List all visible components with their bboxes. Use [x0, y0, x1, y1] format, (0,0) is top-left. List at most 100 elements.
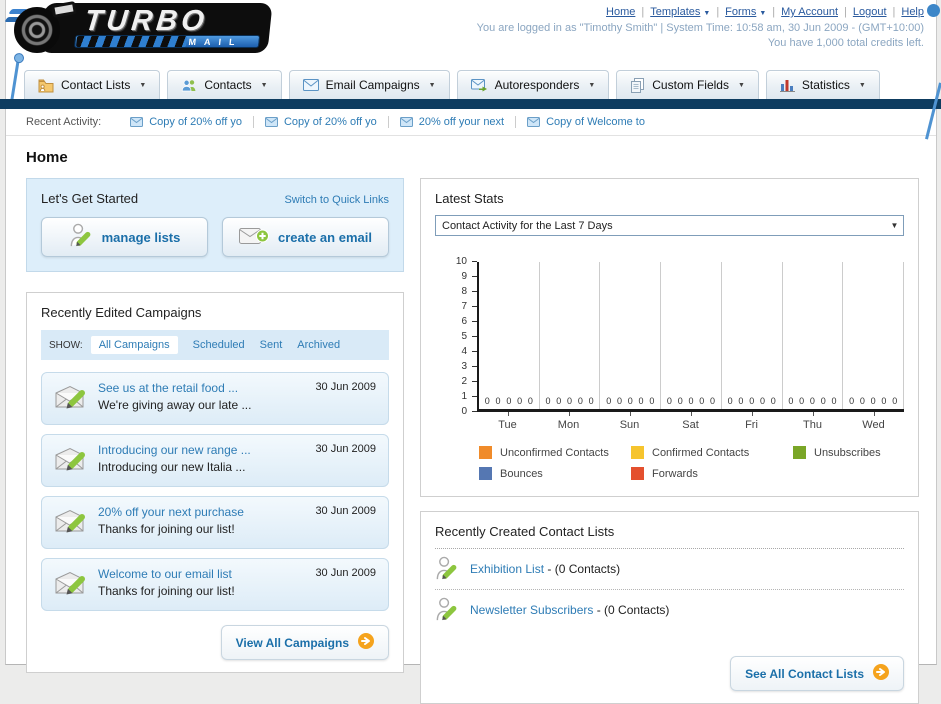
recent-campaigns-panel: Recently Edited Campaigns SHOW: All Camp…	[26, 292, 404, 673]
campaign-title-link[interactable]: See us at the retail food ...	[98, 381, 251, 395]
campaign-row[interactable]: See us at the retail food ... We're givin…	[41, 372, 389, 425]
app-logo[interactable]: TURBO EMAIL	[4, 1, 273, 59]
campaign-row[interactable]: Welcome to our email list Thanks for join…	[41, 558, 389, 611]
nav-tab-contacts[interactable]: Contacts ▼	[167, 70, 282, 99]
campaign-filter-sent[interactable]: Sent	[260, 339, 283, 351]
chart-day-group: 00000	[600, 262, 662, 409]
y-tick-label: 4	[461, 346, 467, 357]
chevron-down-icon: ▼	[703, 10, 711, 17]
data-value-label: 0	[545, 396, 551, 406]
switch-to-quick-links-link[interactable]: Switch to Quick Links	[284, 194, 389, 206]
envelope-pencil-icon	[54, 446, 88, 478]
campaign-title-link[interactable]: Introducing our new range ...	[98, 443, 251, 457]
nav-tab-contact-lists[interactable]: Contact Lists ▼	[24, 70, 161, 99]
nav-tab-email-campaigns[interactable]: Email Campaigns ▼	[288, 70, 450, 99]
credits-line: You have 1,000 total credits left.	[767, 37, 924, 50]
chart-day-group: 00000	[540, 262, 601, 409]
campaign-title-link[interactable]: Welcome to our email list	[98, 567, 235, 581]
help-bubble-icon[interactable]	[927, 4, 940, 17]
data-value-label: 0	[567, 396, 573, 406]
contact-list-row[interactable]: Exhibition List - (0 Contacts)	[435, 549, 904, 590]
envelope-pencil-icon	[54, 384, 88, 416]
recent-campaigns-title: Recently Edited Campaigns	[41, 305, 202, 320]
contacts-icon	[181, 78, 197, 93]
nav-tab-autoresponders[interactable]: Autoresponders ▼	[456, 70, 610, 99]
stats-period-dropdown[interactable]: Contact Activity for the Last 7 Days ▼	[435, 215, 904, 236]
campaign-filter-scheduled[interactable]: Scheduled	[193, 339, 245, 351]
chart-day-group: 00000	[783, 262, 844, 409]
campaign-filter-all-campaigns[interactable]: All Campaigns	[90, 336, 178, 354]
legend-item: Confirmed Contacts	[631, 446, 793, 459]
header-link-my-account[interactable]: My Account	[781, 6, 838, 18]
see-all-contact-lists-button[interactable]: See All Contact Lists	[730, 656, 904, 691]
data-value-label: 0	[484, 396, 490, 406]
campaign-subtitle: Thanks for joining our list!	[98, 584, 235, 598]
manage-lists-icon	[69, 223, 93, 252]
data-value-label: 0	[859, 396, 865, 406]
data-value-label: 0	[627, 396, 633, 406]
nav-tab-custom-fields[interactable]: Custom Fields ▼	[616, 70, 759, 99]
campaign-subtitle: Introducing our new Italia ...	[98, 460, 246, 474]
recent-activity-item[interactable]: Copy of 20% off yo	[119, 116, 254, 128]
contact-list-count: - (0 Contacts)	[547, 562, 621, 576]
nav-tab-label: Custom Fields	[652, 78, 729, 92]
campaign-date: 30 Jun 2009	[315, 381, 376, 393]
manage-lists-button[interactable]: manage lists	[41, 217, 208, 257]
email-campaigns-icon	[302, 79, 319, 91]
legend-item: Bounces	[479, 467, 631, 480]
y-tick-label: 3	[461, 361, 467, 372]
campaign-row[interactable]: 20% off your next purchase Thanks for joi…	[41, 496, 389, 549]
chevron-down-icon: ▼	[428, 81, 436, 89]
link-separator: |	[892, 6, 896, 18]
recent-activity-item[interactable]: Copy of 20% off yo	[254, 116, 389, 128]
contact-list-row[interactable]: Newsletter Subscribers - (0 Contacts)	[435, 590, 904, 630]
data-value-label: 0	[677, 396, 683, 406]
link-separator: |	[716, 6, 720, 18]
legend-swatch	[631, 467, 644, 480]
contact-list-link[interactable]: Exhibition List	[470, 562, 544, 576]
campaign-filter-archived[interactable]: Archived	[297, 339, 340, 351]
header-link-home[interactable]: Home	[606, 6, 635, 18]
chevron-down-icon: ▼	[260, 81, 268, 89]
logo-stripes-decoration	[76, 36, 188, 47]
statistics-icon	[779, 78, 795, 92]
data-value-label: 0	[517, 396, 523, 406]
header-link-logout[interactable]: Logout	[853, 6, 887, 18]
header-link-templates[interactable]: Templates	[650, 6, 700, 18]
campaign-row[interactable]: Introducing our new range ... Introducing…	[41, 434, 389, 487]
recent-activity-item[interactable]: 20% off your next	[389, 116, 517, 128]
latest-stats-title: Latest Stats	[435, 191, 504, 206]
envelope-small-icon	[399, 117, 413, 127]
x-tick-label: Fri	[721, 412, 782, 431]
x-tick-label: Wed	[843, 412, 904, 431]
data-value-label: 0	[831, 396, 837, 406]
recent-activity-item[interactable]: Copy of Welcome to	[516, 116, 656, 128]
legend-label: Bounces	[500, 467, 543, 480]
legend-label: Unsubscribes	[814, 446, 881, 459]
data-value-label: 0	[820, 396, 826, 406]
data-value-label: 0	[788, 396, 794, 406]
legend-label: Forwards	[652, 467, 698, 480]
view-all-campaigns-button[interactable]: View All Campaigns	[220, 625, 389, 660]
create-email-label: create an email	[278, 229, 372, 245]
content-columns: Let's Get Started Switch to Quick Links …	[6, 178, 936, 704]
nav-tab-statistics[interactable]: Statistics ▼	[765, 70, 880, 99]
create-an-email-button[interactable]: create an email	[222, 217, 389, 257]
campaign-subtitle: Thanks for joining our list!	[98, 522, 235, 536]
custom-fields-icon	[630, 77, 645, 93]
logo-title: TURBO	[83, 5, 210, 37]
campaign-title-link[interactable]: 20% off your next purchase	[98, 505, 244, 519]
data-value-label: 0	[556, 396, 562, 406]
contact-list-link[interactable]: Newsletter Subscribers	[470, 603, 593, 617]
x-tick-label: Tue	[477, 412, 538, 431]
campaign-list: See us at the retail food ... We're givin…	[41, 372, 389, 611]
link-separator: |	[844, 6, 847, 18]
header-link-help[interactable]: Help	[901, 6, 924, 18]
link-separator: |	[772, 6, 776, 18]
chevron-down-icon: ▼	[737, 81, 745, 89]
data-value-label: 0	[606, 396, 612, 406]
header-link-forms[interactable]: Forms	[725, 6, 756, 18]
stats-period-value: Contact Activity for the Last 7 Days	[442, 219, 613, 232]
legend-swatch	[479, 467, 492, 480]
envelope-pencil-icon	[54, 570, 88, 602]
